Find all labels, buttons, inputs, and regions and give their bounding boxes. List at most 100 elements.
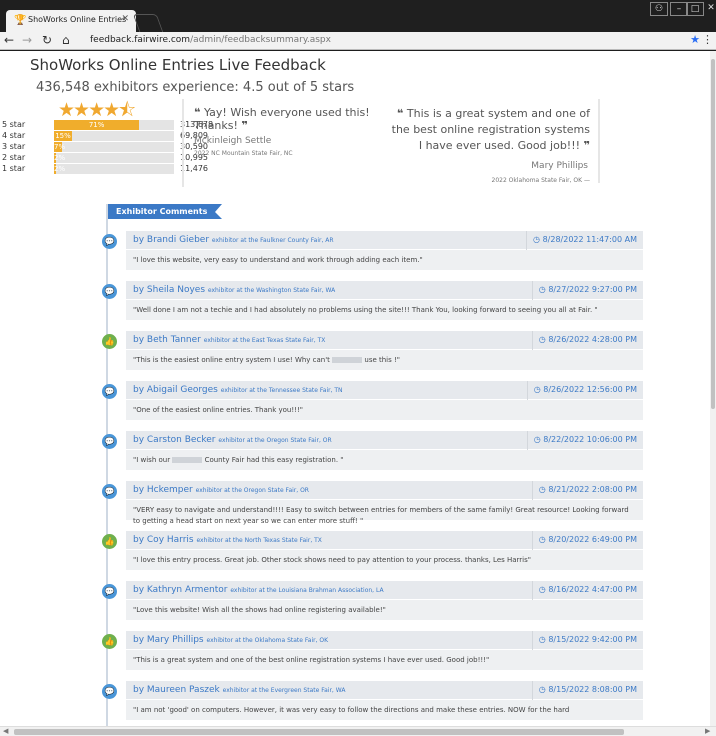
fair-info: exhibitor at the Oregon State Fair, OR (195, 487, 309, 494)
testimonial-text: This is a great system and one of the be… (391, 107, 590, 152)
comment-body: "One of the easiest online entries. Than… (133, 405, 633, 416)
comment-date: ◷ 8/20/2022 6:49:00 PM (531, 531, 643, 550)
testimonial-author: Mary Phillips (531, 161, 588, 171)
author-name: by Coy Harris (133, 535, 194, 545)
close-tab-icon[interactable]: ✕ (121, 14, 129, 24)
address-bar: ← → ↻ ⌂ feedback.fairwire.com/admin/feed… (0, 32, 716, 50)
fair-info: exhibitor at the Faulkner County Fair, A… (211, 237, 334, 244)
comment-item: by Brandi Gieber exhibitor at the Faulkn… (126, 231, 643, 270)
comment-author[interactable]: by Brandi Gieber exhibitor at the Faulkn… (133, 235, 334, 245)
scroll-left-icon[interactable]: ◀ (3, 727, 8, 735)
comment-header: by Coy Harris exhibitor at the North Tex… (126, 531, 643, 550)
fair-info: exhibitor at the North Texas State Fair,… (196, 537, 322, 544)
comment-text: "I am not 'good' on computers. However, … (133, 706, 570, 714)
page-subtitle: 436,548 exhibitors experience: 4.5 out o… (36, 80, 355, 95)
clock-icon: ◷ (538, 485, 546, 494)
fair-info: exhibitor at the Tennessee State Fair, T… (220, 387, 343, 394)
forward-icon[interactable]: → (22, 33, 32, 47)
horizontal-scrollbar[interactable]: ◀ ▶ (0, 726, 716, 736)
rating-label: 4 star (2, 131, 26, 140)
comment-date: ◷ 8/26/2022 4:28:00 PM (531, 331, 643, 350)
clock-icon: ◷ (538, 685, 546, 694)
redacted-text (332, 357, 363, 363)
comment-author[interactable]: by Carston Becker exhibitor at the Orego… (133, 435, 332, 445)
comment-author[interactable]: by Mary Phillips exhibitor at the Oklaho… (133, 635, 328, 645)
comment-icon: 💬 (102, 384, 117, 399)
comment-date: ◷ 8/15/2022 8:08:00 PM (531, 681, 643, 700)
browser-tab[interactable]: 🏆 ShoWorks Online Entries ✕ (6, 10, 136, 32)
rating-bar-fill: 7% (54, 142, 66, 152)
comment-author[interactable]: by Maureen Paszek exhibitor at the Everg… (133, 685, 345, 695)
profile-icon[interactable]: ⚇ (650, 2, 668, 16)
comment-body: "I love this website, very easy to under… (133, 255, 633, 266)
clock-icon: ◷ (538, 335, 546, 344)
testimonial-quote: ❝ This is a great system and one of the … (388, 106, 590, 154)
thumbs-up-icon: 👍 (102, 634, 117, 649)
comment-header: by Sheila Noyes exhibitor at the Washing… (126, 281, 643, 300)
comment-text: "I love this entry process. Great job. O… (133, 556, 531, 564)
scrollbar-thumb[interactable] (14, 729, 624, 735)
date-text: 8/26/2022 12:56:00 PM (543, 385, 637, 394)
close-quote-icon: ❞ (241, 119, 248, 132)
home-icon[interactable]: ⌂ (62, 33, 70, 47)
comment-icon: 💬 (102, 434, 117, 449)
scrollbar-thumb[interactable] (711, 59, 715, 409)
comment-author[interactable]: by Hckemper exhibitor at the Oregon Stat… (133, 485, 309, 495)
reload-icon[interactable]: ↻ (42, 33, 52, 47)
bookmark-star-icon[interactable]: ★ (690, 33, 700, 46)
date-text: 8/16/2022 4:47:00 PM (548, 585, 637, 594)
open-quote-icon: ❝ (396, 107, 404, 120)
rating-bar: 2% (54, 153, 174, 163)
comment-text: "Love this website! Wish all the shows h… (133, 606, 386, 614)
section-label: Exhibitor Comments (108, 204, 223, 219)
date-text: 8/20/2022 6:49:00 PM (548, 535, 637, 544)
comment-author[interactable]: by Beth Tanner exhibitor at the East Tex… (133, 335, 325, 345)
rating-bar-fill: 2% (54, 164, 66, 174)
comment-author[interactable]: by Coy Harris exhibitor at the North Tex… (133, 535, 322, 545)
thumbs-up-icon: 👍 (102, 534, 117, 549)
comment-icon: 💬 (102, 584, 117, 599)
comment-body: "This is the easiest online entry system… (133, 355, 633, 366)
clock-icon: ◷ (533, 385, 541, 394)
comment-header: by Abigail Georges exhibitor at the Tenn… (126, 381, 643, 400)
back-icon[interactable]: ← (4, 33, 14, 47)
browser-tab-strip: 🏆 ShoWorks Online Entries ✕ ⚇ – □ ✕ (0, 0, 716, 32)
comment-author[interactable]: by Kathryn Armentor exhibitor at the Lou… (133, 585, 384, 595)
comment-date: ◷ 8/16/2022 4:47:00 PM (531, 581, 643, 600)
comment-text: "One of the easiest online entries. Than… (133, 406, 304, 414)
rating-bar: 2% (54, 164, 174, 174)
author-name: by Sheila Noyes (133, 285, 206, 295)
clock-icon: ◷ (533, 435, 541, 444)
url-field[interactable]: feedback.fairwire.com/admin/feedbacksumm… (90, 35, 331, 45)
author-name: by Maureen Paszek (133, 685, 220, 695)
author-name: by Hckemper (133, 485, 193, 495)
date-text: 8/26/2022 4:28:00 PM (548, 335, 637, 344)
menu-icon[interactable]: ⋮ (702, 33, 713, 46)
scroll-right-icon[interactable]: ▶ (705, 727, 710, 735)
comment-header: by Hckemper exhibitor at the Oregon Stat… (126, 481, 643, 500)
fair-info: exhibitor at the East Texas State Fair, … (203, 337, 326, 344)
testimonial-author: Mckinleigh Settle (194, 136, 272, 146)
comment-body: "I love this entry process. Great job. O… (133, 555, 633, 566)
clock-icon: ◷ (538, 285, 546, 294)
clock-icon: ◷ (538, 635, 546, 644)
comment-author[interactable]: by Sheila Noyes exhibitor at the Washing… (133, 285, 335, 295)
divider (182, 99, 184, 187)
new-tab-button[interactable] (132, 14, 164, 32)
comment-icon: 💬 (102, 684, 117, 699)
thumbs-up-icon: 👍 (102, 334, 117, 349)
comment-header: by Brandi Gieber exhibitor at the Faulkn… (126, 231, 643, 250)
comment-author[interactable]: by Abigail Georges exhibitor at the Tenn… (133, 385, 343, 395)
page-title: ShoWorks Online Entries Live Feedback (30, 56, 326, 74)
comment-item: by Kathryn Armentor exhibitor at the Lou… (126, 581, 643, 620)
comment-header: by Carston Becker exhibitor at the Orego… (126, 431, 643, 450)
close-window-icon[interactable]: ✕ (702, 2, 716, 16)
date-text: 8/27/2022 9:27:00 PM (548, 285, 637, 294)
comment-text-part: "I wish our (133, 456, 171, 464)
comment-body: "Well done I am not a techie and I had a… (133, 305, 633, 316)
open-quote-icon: ❝ (194, 106, 201, 119)
fair-info: exhibitor at the Washington State Fair, … (207, 287, 336, 294)
comment-item: by Hckemper exhibitor at the Oregon Stat… (126, 481, 643, 525)
comment-date: ◷ 8/15/2022 9:42:00 PM (531, 631, 643, 650)
vertical-scrollbar[interactable] (710, 51, 716, 726)
